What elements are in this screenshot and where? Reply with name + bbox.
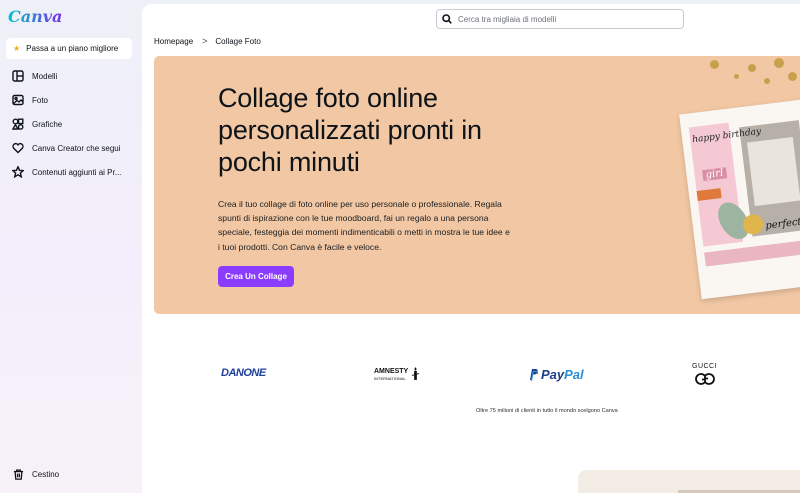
search-bar[interactable] <box>436 9 684 29</box>
client-logos: DANONE AMNESTY INTERNATIONAL Pay Pal GUCC… <box>142 359 800 399</box>
templates-icon <box>11 69 25 83</box>
amnesty-logo-text: AMNESTY <box>374 367 409 375</box>
danone-logo: DANONE <box>221 367 266 379</box>
sidebar-item-label: Modelli <box>32 71 58 81</box>
amnesty-logo-subtext: INTERNATIONAL <box>374 375 406 381</box>
sidebar-item-starred[interactable]: Contenuti aggiunti ai Pr... <box>0 160 140 184</box>
upgrade-plan-button[interactable]: ★ Passa a un piano migliore <box>6 38 132 59</box>
paypal-p-icon <box>530 369 538 381</box>
gucci-gg-icon <box>694 373 715 385</box>
star-icon <box>11 165 25 179</box>
trash-icon <box>11 467 25 481</box>
sidebar-item-trash[interactable]: Cestino <box>0 464 140 484</box>
sidebar-item-label: Contenuti aggiunti ai Pr... <box>32 167 122 177</box>
gucci-logo: GUCCI <box>692 363 717 386</box>
crown-icon: ★ <box>13 44 21 53</box>
breadcrumb-home-link[interactable]: Homepage <box>154 37 193 46</box>
upgrade-plan-label: Passa a un piano migliore <box>26 44 119 53</box>
sidebar-item-label: Grafiche <box>32 119 63 129</box>
sidebar-item-label: Cestino <box>32 469 60 479</box>
sidebar-item-label: Foto <box>32 95 49 105</box>
hero-description: Crea il tuo collage di foto online per u… <box>218 199 510 252</box>
sidebar-item-photos[interactable]: Foto <box>0 88 140 112</box>
sidebar-item-graphics[interactable]: Grafiche <box>0 112 140 136</box>
candle-icon <box>412 367 420 380</box>
sidebar: Canva ★ Passa a un piano migliore Modell… <box>0 0 140 493</box>
search-icon <box>442 14 452 24</box>
clients-tagline: Oltre 75 milioni di clienti in tutto il … <box>476 408 618 414</box>
sidebar-item-templates[interactable]: Modelli <box>0 64 140 88</box>
amnesty-logo: AMNESTY INTERNATIONAL <box>374 367 420 382</box>
graphics-icon <box>11 117 25 131</box>
heart-icon <box>11 141 25 155</box>
next-section-preview <box>578 470 800 493</box>
paypal-text-pal: Pal <box>564 367 584 382</box>
canva-logo[interactable]: Canva <box>8 7 62 26</box>
main-content: Homepage > Collage Foto Collage foto onl… <box>142 4 800 493</box>
chevron-right-icon: > <box>202 36 208 46</box>
collage-card: happy birthday girl perfect <box>679 98 800 300</box>
hero-banner: Collage foto online personalizzati pront… <box>154 56 800 314</box>
sidebar-item-followed-creators[interactable]: Canva Creator che segui <box>0 136 140 160</box>
sidebar-nav: Modelli Foto Grafiche Canva Creator che … <box>0 64 140 184</box>
hero-collage-illustration: happy birthday girl perfect <box>674 56 800 314</box>
breadcrumb-current: Collage Foto <box>215 36 261 46</box>
photo-icon <box>11 93 25 107</box>
create-collage-button[interactable]: Crea Un Collage <box>218 266 294 287</box>
sidebar-item-label: Canva Creator che segui <box>32 143 121 153</box>
gucci-logo-text: GUCCI <box>692 363 718 370</box>
paypal-text-pay: Pay <box>541 367 565 382</box>
paypal-logo: Pay Pal <box>528 367 584 382</box>
page-title: Collage foto online personalizzati pront… <box>218 83 482 177</box>
search-input[interactable] <box>458 14 678 24</box>
breadcrumb: Homepage > Collage Foto <box>154 36 261 46</box>
